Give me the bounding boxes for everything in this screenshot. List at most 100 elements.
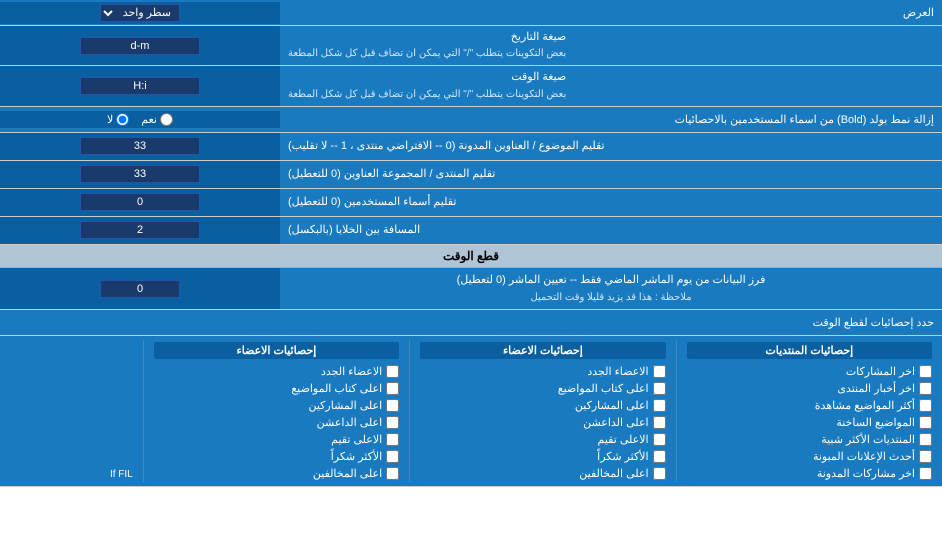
cutoff-section-header: قطع الوقت [0, 245, 942, 268]
checkbox-top-violations2[interactable]: اعلى المخالفين [154, 467, 399, 480]
checkbox-top-writers[interactable]: اعلى كتاب المواضيع [420, 382, 665, 395]
checkbox-top-writers2[interactable]: اعلى كتاب المواضيع [154, 382, 399, 395]
date-format-input-wrapper [0, 26, 280, 65]
divider-1 [676, 340, 677, 482]
checkbox-most-viewed[interactable]: أكثر المواضيع مشاهدة [687, 399, 932, 412]
trim-users-label: تقليم أسماء المستخدمين (0 للتعطيل) [280, 189, 942, 216]
time-format-sublabel: بعض التكوينات يتطلب "/" التي يمكن ان تضا… [288, 88, 566, 102]
bold-radio-yes[interactable] [160, 113, 173, 126]
trim-forum-row: تقليم المنتدى / المجموعة العناوين (0 للت… [0, 161, 942, 189]
divider-2 [409, 340, 410, 482]
checkbox-hot-topics[interactable]: المواضيع الساخنة [687, 416, 932, 429]
checkbox-forum-news[interactable]: اخر أخبار المنتدى [687, 382, 932, 395]
cell-spacing-input-wrapper [0, 217, 280, 244]
trim-subjects-row: تقليم الموضوع / العناوين المدونة (0 -- ا… [0, 133, 942, 161]
checkbox-most-thanked[interactable]: الأكثر شكراً [420, 450, 665, 463]
checkbox-col-forums: إحصائيات المنتديات اخر المشاركات اخر أخب… [677, 336, 942, 486]
time-format-label: صيغة الوقت بعض التكوينات يتطلب "/" التي … [280, 66, 942, 105]
col-members-header: إحصائيات الاعضاء [420, 342, 665, 359]
main-container: العرض سطر واحد سطران ثلاثة أسطر صيغة الت… [0, 0, 942, 487]
cell-spacing-row: المسافة بين الخلايا (بالبكسل) [0, 217, 942, 245]
checkbox-highest-rated[interactable]: الاعلى تقيم [420, 433, 665, 446]
checkbox-top-violations-input[interactable] [653, 467, 666, 480]
checkbox-forum-news-input[interactable] [919, 382, 932, 395]
date-format-row: صيغة التاريخ بعض التكوينات يتطلب "/" الت… [0, 26, 942, 66]
checkbox-similar-forums-input[interactable] [919, 433, 932, 446]
col-members2-header: إحصائيات الاعضاء [154, 342, 399, 359]
checkbox-top-violations2-input[interactable] [386, 467, 399, 480]
col-forums-header: إحصائيات المنتديات [687, 342, 932, 359]
checkbox-blog-posts-input[interactable] [919, 467, 932, 480]
divider-3 [143, 340, 144, 482]
checkbox-new-members2-input[interactable] [386, 365, 399, 378]
checkbox-latest-announcements[interactable]: أحدث الإعلانات المبونة [687, 450, 932, 463]
checkbox-top-thanked2-input[interactable] [386, 416, 399, 429]
bold-radio-row: إزالة نمط بولد (Bold) من اسماء المستخدمي… [0, 107, 942, 133]
checkbox-blog-posts[interactable]: اخر مشاركات المدونة [687, 467, 932, 480]
checkbox-top-writers2-input[interactable] [386, 382, 399, 395]
trim-forum-input-wrapper [0, 161, 280, 188]
checkbox-top-participants2[interactable]: اعلى المشاركين [154, 399, 399, 412]
bold-radio-options: نعم لا [0, 111, 280, 128]
if-fil-text: If FIL [10, 389, 133, 480]
checkbox-new-members[interactable]: الاعضاء الجدد [420, 365, 665, 378]
trim-subjects-input[interactable] [80, 137, 200, 155]
trim-forum-label: تقليم المنتدى / المجموعة العناوين (0 للت… [280, 161, 942, 188]
checkbox-top-participants2-input[interactable] [386, 399, 399, 412]
cell-spacing-input[interactable] [80, 221, 200, 239]
date-format-label: صيغة التاريخ بعض التكوينات يتطلب "/" الت… [280, 26, 942, 65]
checkbox-most-viewed-input[interactable] [919, 399, 932, 412]
checkbox-hot-topics-input[interactable] [919, 416, 932, 429]
display-label: العرض [280, 2, 942, 23]
checkbox-most-thanked2[interactable]: الأكثر شكراً [154, 450, 399, 463]
time-format-title: صيغة الوقت [288, 70, 566, 85]
date-format-title: صيغة التاريخ [288, 30, 566, 45]
limit-label: حدد إحصائيات لقطع الوقت [0, 312, 942, 333]
time-format-input[interactable] [80, 77, 200, 95]
checkbox-col-members2: إحصائيات الاعضاء الاعضاء الجدد اعلى كتاب… [144, 336, 409, 486]
time-format-input-wrapper [0, 66, 280, 105]
cutoff-input-wrapper [0, 268, 280, 310]
trim-users-input-wrapper [0, 189, 280, 216]
bold-radio-no[interactable] [116, 113, 129, 126]
checkbox-top-writers-input[interactable] [653, 382, 666, 395]
checkbox-most-thanked2-input[interactable] [386, 450, 399, 463]
checkbox-most-thanked-input[interactable] [653, 450, 666, 463]
checkbox-top-thanked-input[interactable] [653, 416, 666, 429]
checkbox-col-members: إحصائيات الاعضاء الاعضاء الجدد اعلى كتاب… [410, 336, 675, 486]
checkbox-top-thanked2[interactable]: اعلى الداعشن [154, 416, 399, 429]
date-format-sublabel: بعض التكوينات يتطلب "/" التي يمكن ان تضا… [288, 47, 566, 61]
cell-spacing-label: المسافة بين الخلايا (بالبكسل) [280, 217, 942, 244]
checkbox-latest-announcements-input[interactable] [919, 450, 932, 463]
checkbox-similar-forums[interactable]: المنتديات الأكثر شبية [687, 433, 932, 446]
checkbox-highest-rated-input[interactable] [653, 433, 666, 446]
checkbox-top-participants[interactable]: اعلى المشاركين [420, 399, 665, 412]
checkbox-new-members2[interactable]: الاعضاء الجدد [154, 365, 399, 378]
display-select[interactable]: سطر واحد سطران ثلاثة أسطر [100, 4, 180, 22]
display-select-wrapper: سطر واحد سطران ثلاثة أسطر [0, 2, 280, 24]
bold-radio-label: إزالة نمط بولد (Bold) من اسماء المستخدمي… [280, 109, 942, 130]
checkbox-latest-posts-input[interactable] [919, 365, 932, 378]
trim-users-input[interactable] [80, 193, 200, 211]
bold-radio-yes-label[interactable]: نعم [141, 113, 173, 126]
time-format-row: صيغة الوقت بعض التكوينات يتطلب "/" التي … [0, 66, 942, 106]
checkbox-top-participants-input[interactable] [653, 399, 666, 412]
trim-subjects-label: تقليم الموضوع / العناوين المدونة (0 -- ا… [280, 133, 942, 160]
cutoff-label: فرز البيانات من يوم الماشر الماضي فقط --… [280, 268, 942, 310]
checkbox-new-members-input[interactable] [653, 365, 666, 378]
checkbox-highest-rated2-input[interactable] [386, 433, 399, 446]
cutoff-row: فرز البيانات من يوم الماشر الماضي فقط --… [0, 268, 942, 311]
display-row: العرض سطر واحد سطران ثلاثة أسطر [0, 0, 942, 26]
trim-forum-input[interactable] [80, 165, 200, 183]
checkbox-highest-rated2[interactable]: الاعلى تقيم [154, 433, 399, 446]
date-format-input[interactable] [80, 37, 200, 55]
trim-subjects-input-wrapper [0, 133, 280, 160]
bold-radio-no-label[interactable]: لا [107, 113, 129, 126]
checkbox-latest-posts[interactable]: اخر المشاركات [687, 365, 932, 378]
checkboxes-container: إحصائيات المنتديات اخر المشاركات اخر أخب… [0, 336, 942, 487]
trim-users-row: تقليم أسماء المستخدمين (0 للتعطيل) [0, 189, 942, 217]
checkbox-top-thanked[interactable]: اعلى الداعشن [420, 416, 665, 429]
checkbox-top-violations[interactable]: اعلى المخالفين [420, 467, 665, 480]
cutoff-input[interactable] [100, 280, 180, 298]
limit-row: حدد إحصائيات لقطع الوقت [0, 310, 942, 336]
